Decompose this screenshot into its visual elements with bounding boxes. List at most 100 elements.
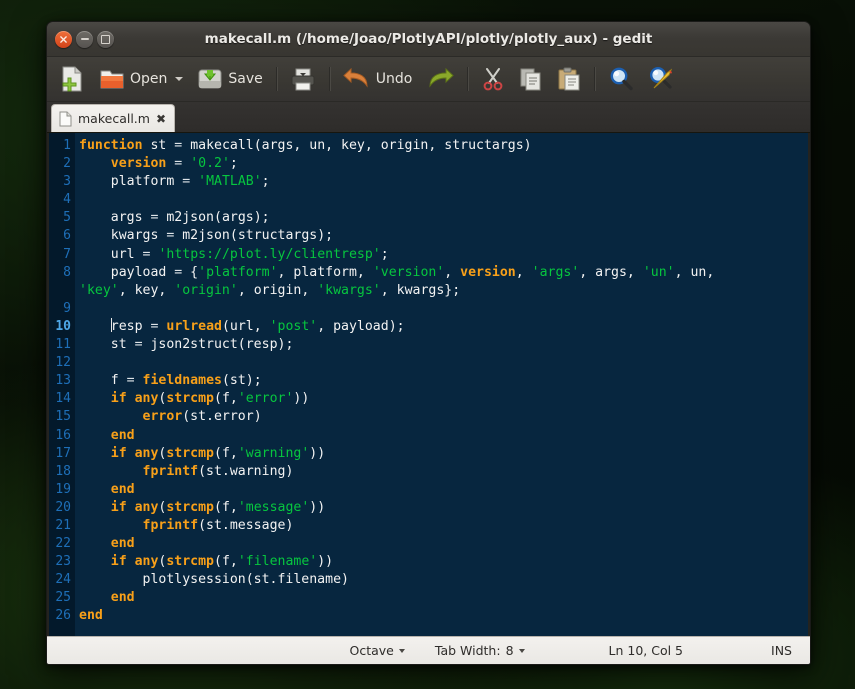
copy-icon — [520, 68, 541, 91]
find-button[interactable] — [602, 61, 640, 97]
code-token: makecall(args, un, key, origin, structar… — [182, 138, 532, 153]
code-token: 'kwargs' — [317, 282, 381, 298]
code-line: kwargs = m2json(structargs); — [79, 227, 802, 245]
line-number: 15 — [55, 409, 71, 425]
editor-area[interactable]: 1234567809101112131415161718192021222324… — [47, 133, 810, 636]
line-number: 21 — [55, 517, 71, 533]
code-token: 'platform' — [198, 264, 278, 280]
code-token: 'error' — [237, 391, 294, 407]
code-token: , payload); — [317, 318, 405, 334]
tab-width-selector[interactable]: Tab Width: 8 — [435, 643, 525, 658]
code-line: fprintf(st.message) — [79, 517, 802, 535]
code-token: (st); — [221, 373, 262, 389]
tab-width-value: 8 — [505, 643, 514, 658]
code-token: = — [134, 337, 143, 353]
open-button[interactable]: Open — [93, 61, 189, 97]
code-token: )) — [309, 499, 326, 515]
code-line: f = fieldnames(st); — [79, 372, 802, 390]
code-token: , kwargs}; — [380, 282, 461, 298]
code-line: if any(strcmp(f,'message')) — [79, 499, 802, 517]
code-token: 'un' — [642, 264, 675, 280]
code-line: end — [79, 427, 802, 445]
code-token: version — [460, 264, 516, 280]
code-token: st — [79, 337, 135, 353]
line-number: 8 — [63, 264, 71, 280]
line-number: 24 — [55, 572, 71, 588]
code-token: urlread — [166, 318, 222, 334]
tab-width-label: Tab Width: — [434, 643, 501, 658]
code-line: fprintf(st.warning) — [79, 463, 802, 481]
redo-button[interactable] — [420, 61, 460, 97]
save-button[interactable]: Save — [191, 61, 268, 97]
code-token: st — [142, 138, 175, 153]
code-token: , origin, — [237, 282, 318, 298]
code-token: end — [79, 608, 103, 624]
gedit-window: makecall.m (/home/Joao/PlotlyAPI/plotly/… — [46, 21, 811, 665]
paste-button[interactable] — [551, 61, 587, 97]
code-token: 'warning' — [237, 445, 310, 461]
code-token: { — [182, 264, 199, 280]
save-button-label: Save — [228, 71, 263, 87]
title-bar[interactable]: makecall.m (/home/Joao/PlotlyAPI/plotly/… — [47, 22, 810, 57]
code-line: version = '0.2'; — [79, 155, 802, 173]
code-token: 'https://plot.ly/clientresp' — [158, 246, 381, 262]
language-selector[interactable]: Octave — [350, 643, 405, 658]
code-line: resp = urlread(url, 'post', payload); — [79, 317, 802, 336]
minimize-window-button[interactable] — [76, 30, 93, 48]
code-token: function — [79, 138, 143, 153]
code-line: st = json2struct(resp); — [79, 336, 802, 354]
close-window-button[interactable] — [55, 30, 72, 48]
code-token: 'filename' — [237, 554, 318, 570]
tab-close-icon[interactable]: ✖ — [156, 113, 166, 125]
code-token: fieldnames — [142, 373, 222, 389]
code-token: args — [79, 210, 151, 226]
toolbar-separator — [467, 67, 469, 91]
code-token: if any — [110, 499, 159, 515]
code-token: platform — [79, 174, 183, 190]
toolbar-separator — [594, 67, 596, 91]
print-icon — [291, 68, 315, 91]
code-token: (st.warning) — [198, 463, 294, 479]
print-button[interactable] — [284, 61, 322, 97]
tab-width-dropdown-caret-icon[interactable] — [518, 648, 525, 653]
code-token: 'args' — [531, 264, 580, 280]
open-folder-icon — [100, 70, 124, 89]
open-dropdown-caret-icon[interactable] — [175, 77, 184, 81]
copy-button[interactable] — [513, 61, 549, 97]
line-number: 11 — [55, 337, 71, 353]
code-token: m2json(args); — [158, 210, 270, 226]
maximize-window-button[interactable] — [97, 30, 114, 48]
replace-button[interactable] — [642, 61, 680, 97]
code-token: (st.message) — [198, 517, 294, 533]
maximize-icon — [101, 34, 110, 44]
code-content[interactable]: function st = makecall(args, un, key, or… — [75, 133, 808, 636]
code-token: 'key' — [79, 282, 119, 298]
code-token: version — [110, 156, 167, 172]
insert-mode-indicator[interactable]: INS — [771, 643, 792, 658]
code-token: 'MATLAB' — [198, 174, 262, 190]
find-replace-icon — [650, 66, 673, 89]
code-token: end — [110, 590, 135, 606]
tab-makecall-m[interactable]: makecall.m ✖ — [51, 104, 176, 132]
save-disk-icon — [198, 69, 222, 89]
language-dropdown-caret-icon[interactable] — [398, 648, 405, 653]
search-icon — [610, 67, 634, 91]
status-bar: Octave Tab Width: 8 Ln 10, Col 5 INS — [47, 636, 810, 664]
close-icon — [60, 35, 67, 43]
undo-button[interactable]: Undo — [337, 61, 419, 97]
toolbar-separator — [328, 67, 330, 91]
code-token: strcmp — [166, 445, 214, 461]
new-document-button[interactable] — [53, 61, 91, 97]
toolbar: Open Save Undo — [47, 57, 810, 102]
line-number: 10 — [55, 318, 71, 334]
cut-button[interactable] — [475, 61, 511, 97]
code-token: 'post' — [269, 318, 318, 334]
code-token: )) — [309, 445, 326, 461]
code-line: function st = makecall(args, un, key, or… — [79, 137, 802, 155]
